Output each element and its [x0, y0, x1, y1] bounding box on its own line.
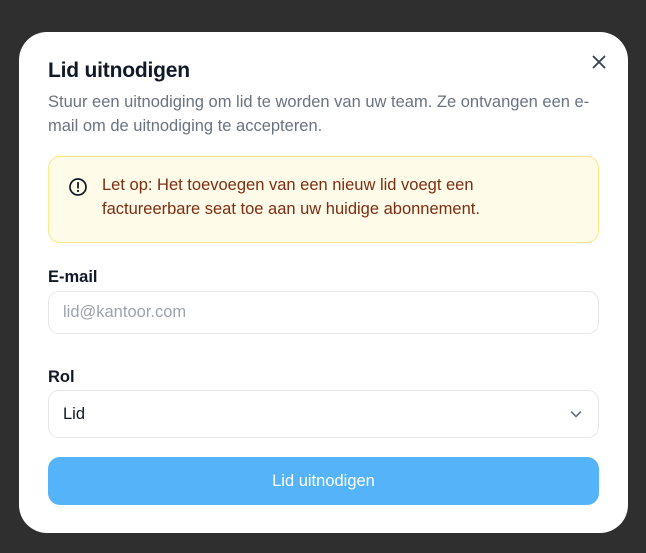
close-button[interactable]	[589, 52, 609, 72]
invite-member-dialog: Lid uitnodigen Stuur een uitnodiging om …	[19, 32, 628, 533]
email-input[interactable]	[48, 291, 599, 334]
role-select[interactable]: Lid	[48, 390, 599, 438]
alert-text: Let op: Het toevoegen van een nieuw lid …	[102, 176, 480, 218]
close-icon	[592, 55, 606, 69]
email-label: E-mail	[48, 268, 98, 286]
dialog-title: Lid uitnodigen	[48, 59, 190, 82]
role-label: Rol	[48, 368, 75, 386]
dialog-description: Stuur een uitnodiging om lid te worden v…	[48, 93, 590, 135]
invite-submit-button[interactable]: Lid uitnodigen	[48, 457, 599, 505]
billing-warning-alert: Let op: Het toevoegen van een nieuw lid …	[48, 156, 599, 243]
alert-circle-icon	[69, 178, 87, 196]
chevron-down-icon	[570, 411, 582, 418]
role-select-value: Lid	[63, 404, 86, 423]
